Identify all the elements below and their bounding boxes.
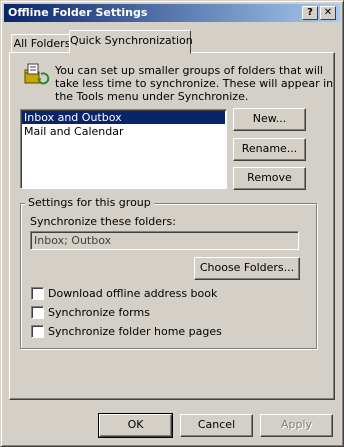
tab-quick-synchronization[interactable]: Quick Synchronization <box>69 30 193 54</box>
remove-group-button[interactable]: Remove <box>233 167 306 190</box>
download-address-book-label[interactable]: Download offline address book <box>48 287 217 300</box>
help-button[interactable]: ? <box>302 6 318 20</box>
intro-line: take less time to synchronize. These wil… <box>55 77 334 90</box>
synchronize-home-pages-checkbox[interactable] <box>31 325 44 338</box>
download-address-book-checkbox[interactable] <box>31 287 44 300</box>
apply-button[interactable]: Apply <box>260 414 333 437</box>
offline-folder-settings-dialog: Offline Folder Settings ? ✕ All Folders … <box>0 0 344 447</box>
title-bar[interactable]: Offline Folder Settings ? ✕ <box>4 4 340 22</box>
new-group-button[interactable]: New... <box>233 108 306 131</box>
synchronize-forms-label[interactable]: Synchronize forms <box>48 306 150 319</box>
window-title: Offline Folder Settings <box>8 6 148 19</box>
sync-groups-list[interactable]: Inbox and Outbox Mail and Calendar <box>20 109 227 189</box>
settings-group-label: Settings for this group <box>25 196 154 209</box>
choose-folders-button[interactable]: Choose Folders... <box>194 257 300 280</box>
sync-folders-field: Inbox; Outbox <box>30 231 299 250</box>
ok-button[interactable]: OK <box>98 413 173 438</box>
rename-group-button[interactable]: Rename... <box>233 138 306 161</box>
cancel-button[interactable]: Cancel <box>180 414 253 437</box>
list-item[interactable]: Inbox and Outbox <box>22 111 225 124</box>
intro-text: You can set up smaller groups of folders… <box>55 64 333 103</box>
synchronize-home-pages-label[interactable]: Synchronize folder home pages <box>48 325 222 338</box>
synchronize-forms-checkbox[interactable] <box>31 306 44 319</box>
tab-all-folders[interactable]: All Folders <box>11 34 73 53</box>
close-button[interactable]: ✕ <box>320 6 336 20</box>
intro-line: the Tools menu under Synchronize. <box>55 90 249 103</box>
intro-line: You can set up smaller groups of folders… <box>55 64 323 77</box>
list-item[interactable]: Mail and Calendar <box>22 125 225 138</box>
sync-folders-label: Synchronize these folders: <box>30 215 176 228</box>
folder-sync-icon <box>24 63 50 85</box>
